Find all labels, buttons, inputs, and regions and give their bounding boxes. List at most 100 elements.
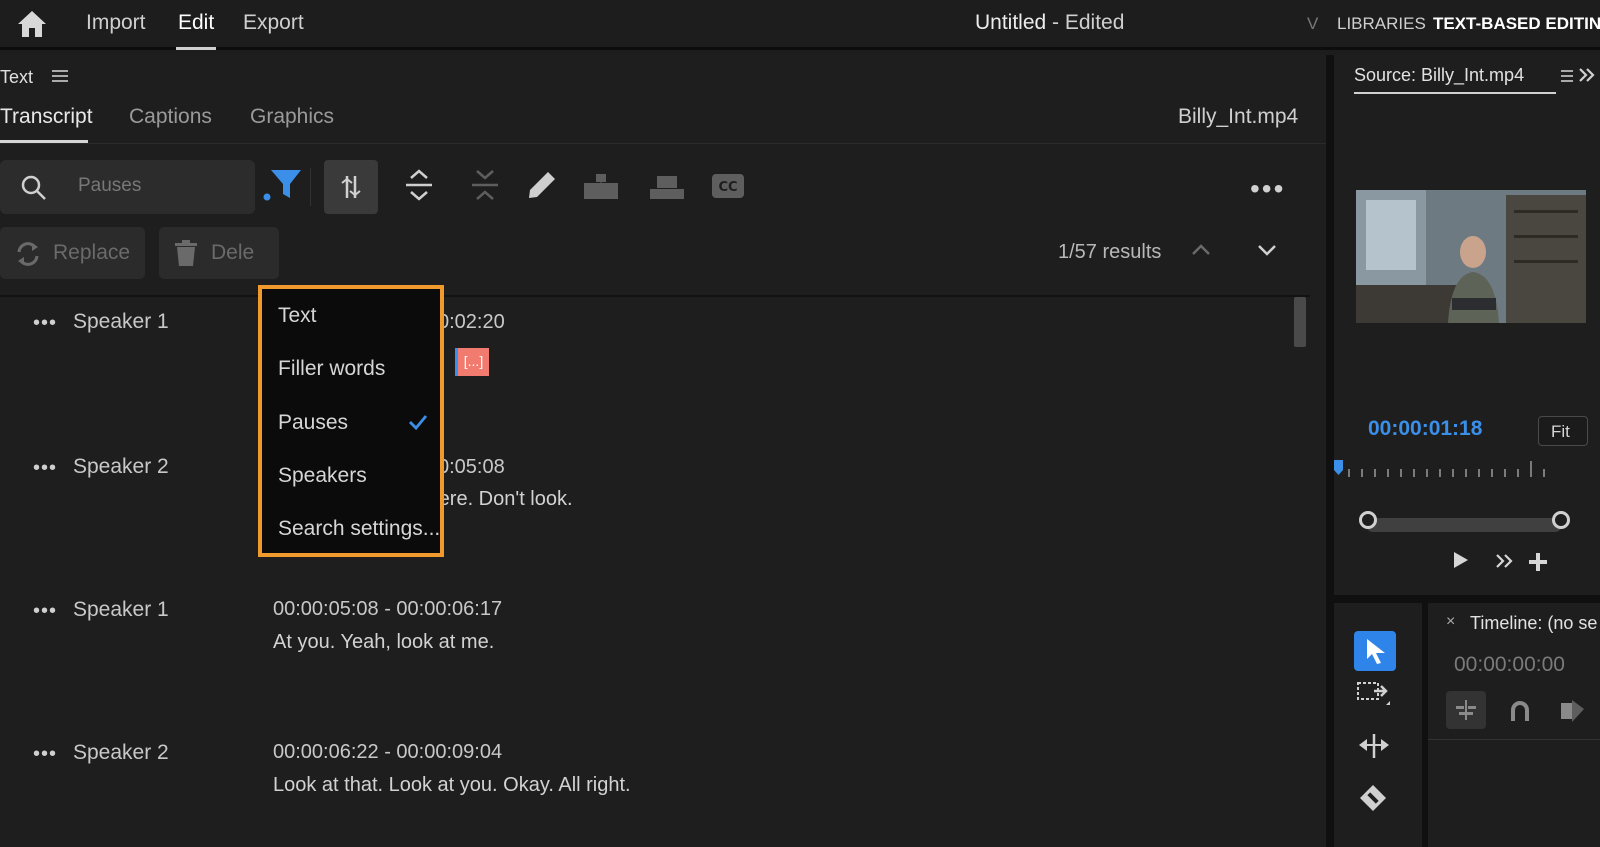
transcript-list	[0, 295, 1310, 847]
speaker-menu-icon[interactable]: •••	[33, 600, 57, 623]
tools-panel	[1334, 603, 1422, 847]
replace-icon	[14, 240, 42, 268]
filter-icon[interactable]	[263, 168, 303, 202]
segment-timecode: 0:05:08	[438, 456, 505, 478]
segment-timecode: 00:00:05:08 - 00:00:06:17	[273, 598, 503, 620]
snap-magnet-icon[interactable]	[1508, 699, 1532, 723]
panel-overflow-icon[interactable]	[1578, 66, 1596, 84]
speaker-label[interactable]: Speaker 2	[73, 455, 169, 479]
timeline-divider	[1428, 739, 1600, 740]
more-options-icon[interactable]: •••	[1250, 173, 1285, 205]
segment-timecode: 00:00:06:22 - 00:00:09:04	[273, 741, 503, 763]
zoom-fit-select[interactable]: Fit	[1538, 416, 1588, 446]
checkmark-icon	[408, 413, 428, 431]
delete-button[interactable]: Dele	[159, 227, 279, 279]
filter-option-pauses[interactable]: Pauses	[278, 411, 348, 435]
trash-icon	[173, 239, 199, 267]
speaker-label[interactable]: Speaker 1	[73, 310, 169, 334]
search-icon	[20, 174, 48, 202]
workspace-text-based-editing[interactable]: TEXT-BASED EDITIN	[1433, 14, 1600, 34]
replace-button[interactable]: Replace	[0, 227, 145, 279]
filter-option-speakers[interactable]: Speakers	[278, 464, 367, 488]
pencil-icon[interactable]	[526, 169, 558, 201]
source-timecode[interactable]: 00:00:01:18	[1368, 417, 1482, 441]
align-icon	[339, 174, 363, 200]
panel-menu-icon[interactable]	[1561, 69, 1573, 83]
ripple-edit-icon[interactable]	[1356, 731, 1392, 761]
filter-option-filler-words[interactable]: Filler words	[278, 357, 385, 381]
speaker-label[interactable]: Speaker 2	[73, 741, 169, 765]
panel-divider[interactable]	[1326, 55, 1334, 847]
captions-cc-icon[interactable]: CC	[711, 173, 745, 199]
play-icon[interactable]	[1452, 550, 1470, 570]
clip-name: Billy_Int.mp4	[1178, 105, 1299, 128]
nav-edit-underline	[176, 47, 216, 50]
selection-tool-button[interactable]	[1354, 631, 1396, 671]
search-filter-menu: Text Filler words Pauses Speakers Search…	[258, 285, 444, 557]
previous-result-icon[interactable]	[1190, 242, 1212, 258]
fast-forward-icon[interactable]	[1495, 552, 1515, 570]
overwrite-icon[interactable]	[648, 171, 686, 201]
replace-label: Replace	[53, 241, 131, 264]
filter-option-text[interactable]: Text	[278, 304, 317, 328]
home-icon[interactable]	[16, 9, 48, 39]
toolbar-divider	[310, 168, 311, 206]
close-icon[interactable]: ×	[1446, 613, 1455, 631]
nav-edit[interactable]: Edit	[178, 11, 214, 35]
timeline-timecode[interactable]: 00:00:00:00	[1454, 653, 1565, 677]
nav-export[interactable]: Export	[243, 11, 304, 35]
nest-sequence-button[interactable]	[1446, 691, 1486, 729]
zoom-scroll-bar[interactable]	[1366, 518, 1562, 532]
source-monitor: Source: Billy_Int.mp4 00:00:01:18 Fit	[1334, 55, 1600, 595]
results-count: 1/57 results	[1058, 241, 1162, 263]
search-placeholder: Pauses	[78, 175, 142, 196]
document-title: Untitled - Edited	[975, 11, 1124, 35]
tabs-divider	[0, 143, 1326, 144]
expand-icon[interactable]	[402, 168, 436, 202]
workspace-separator: V	[1307, 14, 1319, 33]
transcript-scrollbar[interactable]	[1294, 297, 1306, 347]
panel-title: Text	[0, 67, 34, 87]
segment-timecode: 0:02:20	[438, 311, 505, 333]
source-monitor-tab[interactable]: Source: Billy_Int.mp4	[1354, 65, 1524, 86]
filter-option-search-settings[interactable]: Search settings...	[278, 517, 440, 541]
tab-graphics[interactable]: Graphics	[250, 105, 334, 129]
segment-text[interactable]: Look at that. Look at you. Okay. All rig…	[273, 774, 631, 797]
segment-text[interactable]: At you. Yeah, look at me.	[273, 631, 494, 654]
top-bar: Import Edit Export Untitled - Edited V L…	[0, 0, 1600, 50]
svg-text:CC: CC	[718, 180, 737, 195]
video-preview-thumbnail[interactable]	[1356, 190, 1586, 323]
zoom-handle-right[interactable]	[1552, 511, 1570, 529]
selection-arrow-icon	[1364, 637, 1388, 665]
speaker-menu-icon[interactable]: •••	[33, 312, 57, 335]
document-name: Untitled	[975, 11, 1047, 34]
text-panel: Text Transcript Captions Graphics Billy_…	[0, 55, 1326, 847]
workspace-libraries[interactable]: LIBRARIES	[1337, 14, 1426, 34]
tab-transcript[interactable]: Transcript	[0, 105, 93, 129]
linked-selection-icon[interactable]	[1558, 697, 1586, 725]
timeline-panel: × Timeline: (no se 00:00:00:00	[1428, 603, 1600, 847]
pause-marker[interactable]: [...]	[455, 348, 489, 376]
panel-divider[interactable]	[1334, 595, 1600, 603]
track-select-icon[interactable]	[1356, 679, 1392, 709]
search-input[interactable]: Pauses	[0, 160, 255, 214]
next-result-icon[interactable]	[1256, 242, 1278, 258]
add-button-icon[interactable]	[1527, 551, 1549, 573]
document-status: - Edited	[1046, 11, 1125, 34]
nav-import[interactable]: Import	[86, 11, 146, 35]
speaker-label[interactable]: Speaker 1	[73, 598, 169, 622]
align-button[interactable]	[324, 160, 378, 214]
time-ruler[interactable]	[1334, 455, 1600, 485]
zoom-fit-label: Fit	[1551, 422, 1570, 441]
nest-icon	[1454, 699, 1478, 721]
collapse-icon[interactable]	[468, 168, 502, 202]
speaker-menu-icon[interactable]: •••	[33, 743, 57, 766]
timeline-tab[interactable]: Timeline: (no se	[1470, 613, 1597, 634]
zoom-handle-left[interactable]	[1359, 511, 1377, 529]
razor-icon[interactable]	[1358, 783, 1388, 813]
insert-icon[interactable]	[582, 171, 620, 201]
panel-menu-icon[interactable]	[52, 69, 68, 83]
tab-captions[interactable]: Captions	[129, 105, 212, 129]
speaker-menu-icon[interactable]: •••	[33, 457, 57, 480]
delete-label: Dele	[211, 241, 255, 264]
